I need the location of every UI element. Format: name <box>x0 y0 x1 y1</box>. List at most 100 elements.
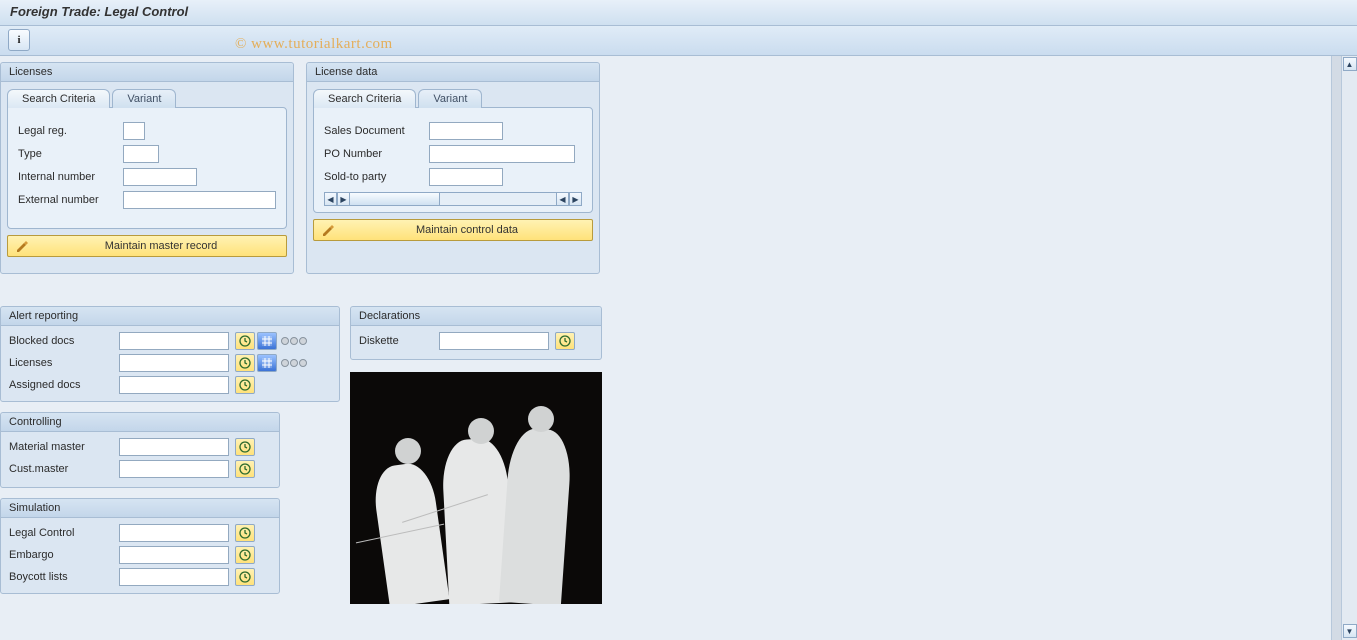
legal-reg-input[interactable] <box>123 122 145 140</box>
licenses-row-input[interactable] <box>119 354 229 372</box>
maintain-control-data-button[interactable]: Maintain control data <box>313 219 593 241</box>
scroll-right-outer-icon[interactable]: ▶ <box>569 192 582 206</box>
assigned-docs-label: Assigned docs <box>9 379 119 391</box>
licenses-title: Licenses <box>1 63 293 82</box>
legal-control-label: Legal Control <box>9 527 119 539</box>
scroll-up-icon[interactable]: ▲ <box>1343 57 1357 71</box>
po-number-label: PO Number <box>324 148 429 160</box>
clock-icon <box>239 571 251 583</box>
watermark-text: © www.tutorialkart.com <box>235 36 393 53</box>
alert-reporting-panel: Alert reporting Blocked docs Licenses <box>0 306 340 402</box>
tab-search-criteria[interactable]: Search Criteria <box>7 89 110 108</box>
sales-document-label: Sales Document <box>324 125 429 137</box>
maintain-master-record-button[interactable]: Maintain master record <box>7 235 287 257</box>
alert-reporting-title: Alert reporting <box>1 307 339 326</box>
diskette-label: Diskette <box>359 335 439 347</box>
cust-master-input[interactable] <box>119 460 229 478</box>
alv-button[interactable] <box>257 332 277 350</box>
license-data-tabstrip: Search Criteria Variant Sales Document P… <box>313 88 593 213</box>
maintain-control-data-label: Maintain control data <box>342 224 592 236</box>
license-data-hscroll[interactable]: ◀ ▶ ◀ ▶ <box>324 192 582 206</box>
licenses-panel: Licenses Search Criteria Variant Legal r… <box>0 62 294 274</box>
controlling-panel: Controlling Material master Cust.master <box>0 412 280 488</box>
clock-icon <box>239 463 251 475</box>
blocked-docs-input[interactable] <box>119 332 229 350</box>
embargo-input[interactable] <box>119 546 229 564</box>
external-number-label: External number <box>18 194 123 206</box>
clock-icon <box>239 441 251 453</box>
decorative-image <box>350 372 602 604</box>
maintain-master-record-label: Maintain master record <box>36 240 286 252</box>
clock-icon <box>239 549 251 561</box>
client-area: Licenses Search Criteria Variant Legal r… <box>0 56 1357 640</box>
window-title: Foreign Trade: Legal Control <box>0 0 1357 26</box>
grid-icon <box>261 357 273 369</box>
license-data-title: License data <box>307 63 599 82</box>
pencil-icon <box>8 239 36 253</box>
license-data-panel: License data Search Criteria Variant Sal… <box>306 62 600 274</box>
tab-variant[interactable]: Variant <box>112 89 176 108</box>
execute-button[interactable] <box>235 546 255 564</box>
material-master-input[interactable] <box>119 438 229 456</box>
declarations-title: Declarations <box>351 307 601 326</box>
assigned-docs-input[interactable] <box>119 376 229 394</box>
grid-icon <box>261 335 273 347</box>
traffic-light-icon <box>281 359 307 367</box>
execute-button[interactable] <box>235 438 255 456</box>
material-master-label: Material master <box>9 441 119 453</box>
type-input[interactable] <box>123 145 159 163</box>
embargo-label: Embargo <box>9 549 119 561</box>
sales-document-input[interactable] <box>429 122 503 140</box>
tab-search-criteria-2[interactable]: Search Criteria <box>313 89 416 108</box>
boycott-lists-label: Boycott lists <box>9 571 119 583</box>
scroll-track[interactable] <box>350 192 556 206</box>
simulation-panel: Simulation Legal Control Embargo <box>0 498 280 594</box>
controlling-title: Controlling <box>1 413 279 432</box>
application-toolbar: i <box>0 26 1357 56</box>
execute-button[interactable] <box>235 354 255 372</box>
execute-button[interactable] <box>235 376 255 394</box>
info-icon: i <box>17 34 20 46</box>
license-data-tab-content: Sales Document PO Number Sold-to party ◀… <box>313 107 593 213</box>
clock-icon <box>239 527 251 539</box>
diskette-input[interactable] <box>439 332 549 350</box>
licenses-row-label: Licenses <box>9 357 119 369</box>
pencil-icon <box>314 223 342 237</box>
info-button[interactable]: i <box>8 29 30 51</box>
scroll-thumb[interactable] <box>350 193 440 205</box>
boycott-lists-input[interactable] <box>119 568 229 586</box>
sold-to-party-input[interactable] <box>429 168 503 186</box>
execute-button[interactable] <box>555 332 575 350</box>
internal-number-input[interactable] <box>123 168 197 186</box>
vertical-scrollbar[interactable]: ▲ ▼ <box>1341 56 1357 640</box>
clock-icon <box>239 335 251 347</box>
cust-master-label: Cust.master <box>9 463 119 475</box>
traffic-light-icon <box>281 337 307 345</box>
scroll-left-inner-icon[interactable]: ▶ <box>337 192 350 206</box>
execute-button[interactable] <box>235 332 255 350</box>
external-number-input[interactable] <box>123 191 276 209</box>
type-label: Type <box>18 148 123 160</box>
execute-button[interactable] <box>235 524 255 542</box>
alv-button[interactable] <box>257 354 277 372</box>
licenses-tab-content: Legal reg. Type Internal number External… <box>7 107 287 229</box>
tab-variant-2[interactable]: Variant <box>418 89 482 108</box>
legal-reg-label: Legal reg. <box>18 125 123 137</box>
declarations-panel: Declarations Diskette <box>350 306 602 360</box>
blocked-docs-label: Blocked docs <box>9 335 119 347</box>
internal-number-label: Internal number <box>18 171 123 183</box>
sold-to-party-label: Sold-to party <box>324 171 429 183</box>
scroll-right-inner-icon[interactable]: ◀ <box>556 192 569 206</box>
po-number-input[interactable] <box>429 145 575 163</box>
scroll-left-outer-icon[interactable]: ◀ <box>324 192 337 206</box>
clock-icon <box>239 379 251 391</box>
execute-button[interactable] <box>235 568 255 586</box>
clock-icon <box>559 335 571 347</box>
scroll-down-icon[interactable]: ▼ <box>1343 624 1357 638</box>
clock-icon <box>239 357 251 369</box>
splitter-rail[interactable] <box>1331 56 1341 640</box>
execute-button[interactable] <box>235 460 255 478</box>
simulation-title: Simulation <box>1 499 279 518</box>
legal-control-input[interactable] <box>119 524 229 542</box>
licenses-tabstrip: Search Criteria Variant Legal reg. Type … <box>7 88 287 229</box>
